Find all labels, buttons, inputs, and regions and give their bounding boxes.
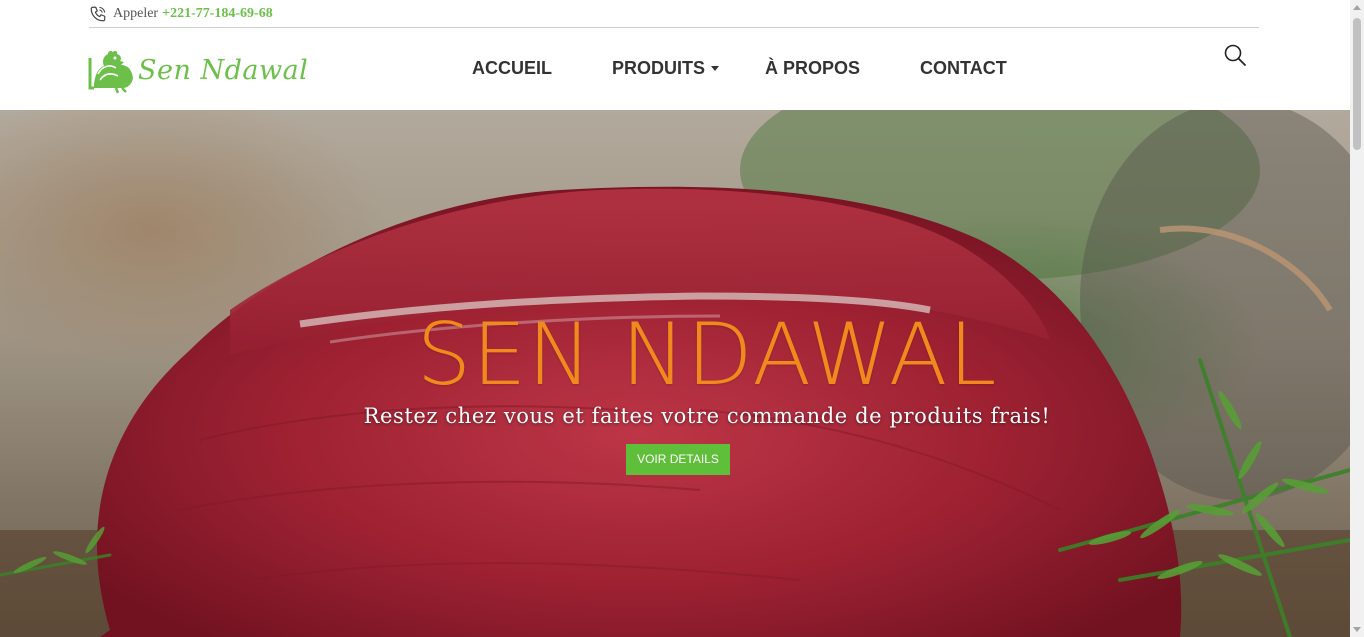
search-icon[interactable] (1223, 43, 1247, 67)
scroll-down-arrow-icon[interactable] (1353, 627, 1361, 632)
call-label: Appeler (113, 5, 159, 21)
scrollbar-thumb[interactable] (1353, 18, 1361, 150)
voir-details-button[interactable]: VOIR DETAILS (626, 444, 730, 475)
nav-item-produits-label: PRODUITS (612, 58, 706, 78)
rooster-logo-icon (88, 48, 136, 94)
site-logo[interactable]: Sen Ndawal (88, 48, 308, 94)
page-scrollbar[interactable] (1350, 0, 1364, 637)
topbar: Appeler +221-77-184-69-68 (89, 0, 1259, 28)
hero-subtitle: Restez chez vous et faites votre command… (363, 404, 1051, 428)
nav-item-produits[interactable]: PRODUITS (612, 58, 720, 79)
main-nav: ACCUEIL PRODUITS À PROPOS CONTACT (472, 58, 1007, 79)
call-number-link[interactable]: +221-77-184-69-68 (162, 6, 273, 22)
caret-down-icon (711, 66, 720, 71)
site-header: Sen Ndawal ACCUEIL PRODUITS À PROPOS CON… (0, 28, 1350, 110)
nav-item-accueil[interactable]: ACCUEIL (472, 58, 552, 79)
hero-title: SEN NDAWAL (416, 305, 998, 405)
phone-icon (89, 5, 107, 23)
hero-banner: SEN NDAWAL Restez chez vous et faites vo… (0, 110, 1350, 637)
nav-item-a-propos[interactable]: À PROPOS (765, 58, 860, 79)
scroll-up-arrow-icon[interactable] (1353, 5, 1361, 10)
logo-text: Sen Ndawal (138, 55, 309, 86)
nav-item-contact[interactable]: CONTACT (920, 58, 1007, 79)
